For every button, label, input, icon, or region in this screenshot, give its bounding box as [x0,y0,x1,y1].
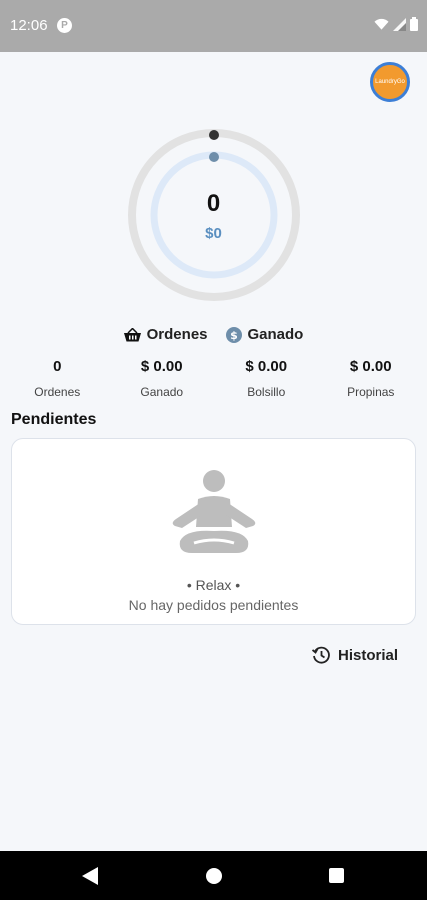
pending-empty-card: • Relax • No hay pedidos pendientes [11,438,416,625]
stat-tips-label: Propinas [347,385,395,399]
history-label: Historial [337,646,398,664]
profile-avatar[interactable]: LaundryGo [370,62,410,102]
stats-row: 0 Ordenes $ 0.00 Ganado $ 0.00 Bolsillo … [5,357,423,399]
dollar-coin-icon: $ [225,326,242,343]
recent-apps-icon[interactable] [329,868,344,883]
pending-section-title: Pendientes [11,411,97,428]
stat-earned-label: Ganado [140,385,184,399]
svg-text:$: $ [230,329,238,342]
stat-earned-value: $ 0.00 [140,358,183,375]
meditation-icon [172,470,256,553]
history-icon [311,646,330,664]
stat-orders: 0 Ordenes [5,357,110,399]
basket-icon [123,327,141,341]
legend-earned: $ Ganado [225,326,304,343]
stat-pocket-value: $ 0.00 [245,358,288,375]
empty-state-subtitle: No hay pedidos pendientes [128,597,299,613]
home-icon[interactable] [206,868,222,884]
notification-app-icon: P [57,18,72,33]
wifi-icon [374,18,389,30]
system-nav-bar [0,851,427,900]
avatar-logo-text: LaundryGo [375,79,405,85]
stat-pocket-label: Bolsillo [247,385,286,399]
back-icon[interactable] [82,867,98,885]
status-time: 12:06 [10,17,48,34]
orders-ring-dot [209,130,219,140]
battery-icon [410,17,418,31]
stat-earned: $ 0.00 Ganado [110,357,215,399]
stat-orders-label: Ordenes [34,385,81,399]
signal-icon [393,17,406,31]
status-bar: 12:06 P [0,0,427,52]
legend-earned-label: Ganado [247,326,304,343]
orders-count: 0 [206,190,221,217]
stat-pocket: $ 0.00 Bolsillo [214,357,319,399]
history-button[interactable]: Historial [311,646,398,664]
stat-orders-value: 0 [53,358,62,375]
earned-amount: $0 [205,225,222,242]
earned-ring-dot [209,152,219,162]
status-icons [374,17,418,31]
stat-tips: $ 0.00 Propinas [319,357,424,399]
stat-tips-value: $ 0.00 [349,358,392,375]
ring-legend: Ordenes $ Ganado [0,326,427,343]
empty-state-title: • Relax • [186,577,241,593]
legend-orders-label: Ordenes [146,326,208,343]
legend-orders: Ordenes [123,326,208,343]
